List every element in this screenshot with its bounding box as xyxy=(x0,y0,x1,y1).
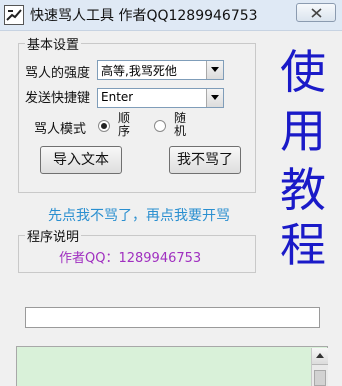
send-key-select[interactable]: Enter xyxy=(97,88,224,108)
send-key-dropdown-button[interactable] xyxy=(206,89,223,107)
intensity-select[interactable]: 高等,我骂死他 xyxy=(97,60,224,80)
tutorial-char-3[interactable]: 教 xyxy=(276,161,330,219)
log-textarea[interactable] xyxy=(16,346,328,386)
author-qq-text: 作者QQ：1289946753 xyxy=(59,251,202,266)
radio-selected-dot xyxy=(101,123,107,129)
window-title: 快速骂人工具 作者QQ1289946753 xyxy=(30,8,258,24)
mode-random-label[interactable]: 随机 xyxy=(173,112,187,138)
send-key-label: 发送快捷键 xyxy=(25,91,91,106)
chevron-down-icon xyxy=(211,95,219,100)
mode-label: 骂人模式 xyxy=(34,122,87,137)
tutorial-char-2[interactable]: 用 xyxy=(276,102,330,160)
basic-settings-label: 基本设置 xyxy=(25,34,82,53)
intensity-value: 高等,我骂死他 xyxy=(101,64,177,78)
scroll-thumb[interactable] xyxy=(314,370,326,386)
hint-text: 先点我不骂了，再点我要开骂 xyxy=(48,208,230,224)
log-scrollbar[interactable] xyxy=(311,348,328,386)
intensity-dropdown-button[interactable] xyxy=(206,61,223,79)
close-button[interactable] xyxy=(296,3,336,22)
scroll-up-button[interactable] xyxy=(312,348,328,365)
tutorial-char-1[interactable]: 使 xyxy=(276,43,330,101)
app-icon xyxy=(4,5,24,25)
send-key-value: Enter xyxy=(101,90,134,104)
mode-sequential-radio[interactable] xyxy=(98,120,110,132)
message-input[interactable] xyxy=(25,307,320,328)
chevron-up-icon xyxy=(316,353,324,358)
chevron-down-icon xyxy=(211,67,219,72)
mode-random-radio[interactable] xyxy=(154,120,166,132)
close-x-icon xyxy=(311,8,322,18)
program-info-label: 程序说明 xyxy=(25,226,82,245)
mode-sequential-label[interactable]: 顺序 xyxy=(117,112,131,138)
intensity-label: 骂人的强度 xyxy=(25,66,91,81)
import-text-button[interactable]: 导入文本 xyxy=(40,146,122,174)
tutorial-char-4[interactable]: 程 xyxy=(276,216,330,274)
stop-button[interactable]: 我不骂了 xyxy=(169,146,241,174)
title-bar[interactable]: 快速骂人工具 作者QQ1289946753 xyxy=(0,0,342,31)
